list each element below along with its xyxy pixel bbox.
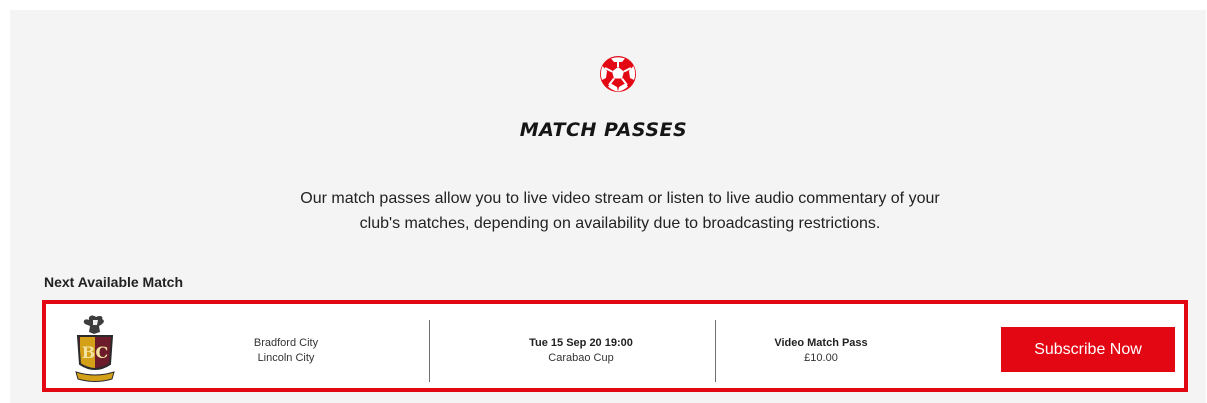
next-match-label: Next Available Match bbox=[44, 274, 184, 290]
intro-line-2: club's matches, depending on availabilit… bbox=[359, 215, 881, 232]
club-crest-icon: BC bbox=[75, 315, 115, 382]
divider bbox=[429, 320, 430, 382]
match-datetime: Tue 15 Sep 20 19:00 bbox=[529, 337, 633, 349]
page-title: MATCH PASSES bbox=[519, 119, 688, 141]
intro-line-1: Our match passes allow you to live video… bbox=[300, 190, 940, 207]
pass-price: £10.00 bbox=[804, 352, 838, 364]
match-teams: Bradford City Lincoln City bbox=[221, 336, 351, 366]
home-team: Bradford City bbox=[253, 337, 319, 349]
match-fixture: Tue 15 Sep 20 19:00 Carabao Cup bbox=[501, 336, 661, 366]
svg-text:BC: BC bbox=[82, 343, 109, 362]
match-pass-info: Video Match Pass £10.00 bbox=[751, 336, 891, 366]
match-competition: Carabao Cup bbox=[548, 352, 614, 364]
subscribe-now-button[interactable]: Subscribe Now bbox=[1001, 327, 1175, 372]
next-match-card: BC Bradford City Lincoln City Tue 15 Sep… bbox=[42, 300, 1188, 392]
away-team: Lincoln City bbox=[257, 352, 315, 364]
intro-text: Our match passes allow you to live video… bbox=[0, 186, 1207, 236]
pass-name: Video Match Pass bbox=[774, 337, 868, 349]
football-icon bbox=[600, 56, 636, 92]
divider bbox=[715, 320, 716, 382]
